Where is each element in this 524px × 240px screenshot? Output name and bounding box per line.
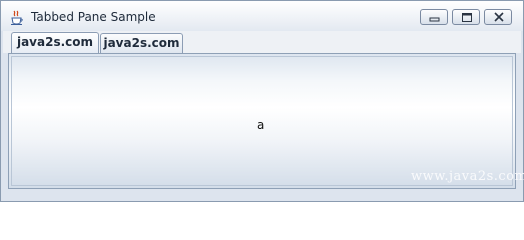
tab-strip: java2s.com java2s.com: [3, 31, 521, 53]
minimize-button[interactable]: [420, 9, 448, 25]
maximize-button[interactable]: [452, 9, 480, 25]
window-title: Tabbed Pane Sample: [31, 10, 156, 24]
java-cup-icon: [10, 10, 24, 26]
title-bar[interactable]: Tabbed Pane Sample: [1, 1, 523, 31]
tab-java2s-2[interactable]: java2s.com: [100, 33, 183, 53]
content-label: a: [257, 118, 265, 132]
watermark: www.java2s.com: [411, 169, 524, 184]
close-button[interactable]: [484, 9, 512, 25]
tab-java2s-1[interactable]: java2s.com: [11, 32, 99, 53]
application-window: Tabbed Pane Sample java2s.com java2s.com…: [0, 0, 524, 202]
